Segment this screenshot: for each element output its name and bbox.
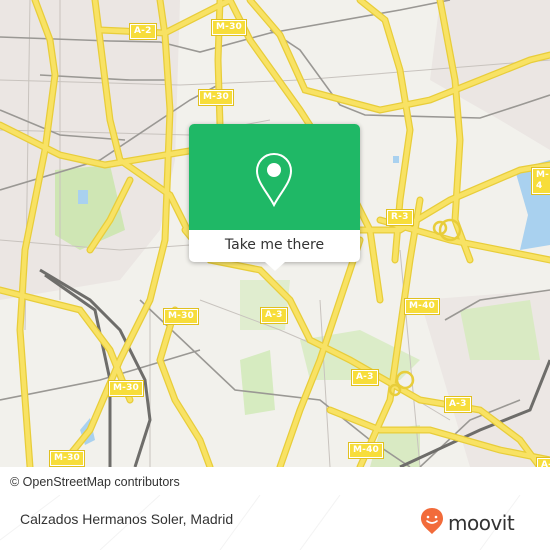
location-pin-icon: [255, 152, 293, 212]
take-me-there-button[interactable]: Take me there: [189, 230, 360, 262]
moovit-wordmark: moovit: [448, 511, 515, 535]
road-label-m30: M-30: [162, 308, 200, 325]
popup-header: [189, 124, 360, 230]
road-label-a3: A-3: [351, 369, 379, 386]
moovit-pin-icon: [420, 507, 444, 539]
map-attribution[interactable]: © OpenStreetMap contributors: [0, 469, 186, 495]
road-label-a3: A-3: [444, 396, 472, 413]
road-label-m40: M-40: [347, 442, 385, 459]
road-label-m30: M-30: [107, 380, 145, 397]
moovit-logo[interactable]: moovit: [420, 507, 515, 539]
road-label-r3: R-3: [386, 209, 414, 226]
place-name: Calzados Hermanos Soler, Madrid: [20, 511, 234, 527]
road-label-m30: M-30: [197, 89, 235, 106]
road-label-m40: M-40: [403, 298, 441, 315]
road-label-a3: A-3: [260, 307, 288, 324]
road-label-a2: A-2: [129, 23, 157, 40]
location-popup: Take me there: [189, 124, 360, 271]
road-label-m30: M-30: [210, 19, 248, 36]
footer: Calzados Hermanos Soler, Madrid moovit: [0, 495, 550, 550]
road-label-a: A-: [535, 457, 550, 467]
road-label-m4: M-4: [530, 167, 550, 195]
popup-pointer: [265, 262, 285, 271]
road-label-m30: M-30: [48, 450, 86, 467]
map[interactable]: A-2 M-30 M-30 M-30 A-3 A-3 A-3 M-40 M-40…: [0, 0, 550, 467]
